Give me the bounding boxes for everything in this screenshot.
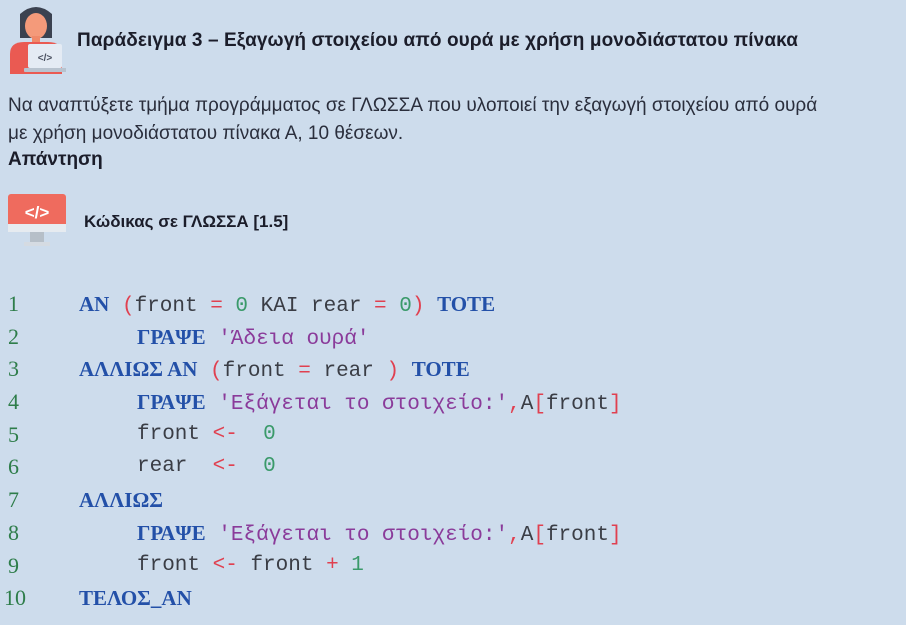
identifier [399,360,412,383]
operator: , [508,523,521,547]
code-monitor-icon: </> [8,194,66,246]
line-number: 9 [8,552,19,578]
string-literal: 'Εξάγεται το στοιχείο:' [218,523,509,547]
number-literal: 0 [399,295,412,318]
identifier: A [520,523,534,547]
identifier: front [137,422,213,446]
line-number: 10 [4,585,26,611]
operator: = [298,360,311,384]
keyword: ΤΟΤΕ [411,357,470,382]
identifier [238,455,263,478]
page-title: Παράδειγμα 3 – Εξαγωγή στοιχείου από ουρ… [77,30,798,51]
keyword: ΓΡΑΨΕ [137,390,206,415]
number-literal: 1 [351,553,364,577]
operator: = [374,295,387,318]
code-text: front <- front + 1 [137,550,364,583]
description-line-2: με χρήση μονοδιάστατου πίνακα Α, 10 θέσε… [8,123,404,144]
svg-text:</>: </> [38,53,53,64]
identifier [424,295,437,318]
identifier [223,295,236,318]
code-text: front <- 0 [137,419,276,452]
operator: <- [212,455,238,479]
exercise-description: Να αναπτύξετε τμήμα προγράμματος σε ΓΛΩΣ… [8,92,906,148]
bracket: ( [121,295,135,318]
identifier [238,423,263,446]
identifier: front [134,295,211,318]
operator: <- [212,422,238,446]
line-number: 1 [8,291,19,316]
identifier: A [520,393,534,417]
bracket: [ [533,523,546,547]
identifier [387,295,400,318]
operator: , [508,393,521,417]
line-number: 4 [8,389,19,415]
line-number: 7 [8,487,19,513]
keyword: ΑΛΛΙΩΣ ΑΝ [79,357,198,382]
bracket: ) [411,295,425,318]
identifier [206,393,219,416]
operator: <- [212,553,238,577]
line-number: 2 [8,323,19,349]
answer-label: Απάντηση [8,149,103,170]
student-laptop-icon: </> [10,7,66,74]
identifier [197,360,210,383]
example-header: </> Παράδειγμα 3 – Εξαγωγή στοιχείου από… [0,0,906,85]
bracket: ] [608,523,622,547]
code-text: ΓΡΑΨΕ 'Άδεια ουρά' [137,321,370,357]
identifier [206,524,219,547]
identifier: front [545,523,609,547]
bracket: [ [533,393,546,417]
string-literal: 'Εξάγεται το στοιχείο:' [218,393,509,417]
keyword: ΤΕΛΟΣ_ΑΝ [79,586,192,611]
code-text: ΑΛΛΙΩΣ [79,484,163,520]
description-line-1: Να αναπτύξετε τμήμα προγράμματος σε ΓΛΩΣ… [8,95,818,116]
identifier: front [545,393,609,417]
code-text: ΑΛΛΙΩΣ ΑΝ (front = rear ) ΤΟΤΕ [79,353,470,389]
number-literal: 0 [263,455,276,479]
line-number: 3 [8,356,19,382]
number-literal: 0 [235,295,249,318]
identifier: front [222,360,299,384]
identifier [339,554,352,577]
operator: + [326,553,339,577]
keyword: ΑΝ [79,292,110,316]
code-section-title: Κώδικας σε ΓΛΩΣΣΑ [1.5] [84,212,289,231]
code-text: rear <- 0 [137,451,276,484]
operator: = [210,295,223,318]
line-number: 6 [8,454,19,480]
keyword: ΑΛΛΙΩΣ [79,488,163,513]
line-number: 8 [8,519,19,545]
line-number: 5 [8,421,19,447]
identifier: rear [310,360,387,384]
keyword: ΓΡΑΨΕ [137,520,206,545]
code-text: ΓΡΑΨΕ 'Εξάγεται το στοιχείο:',A[front] [137,386,622,422]
keyword: ΓΡΑΨΕ [137,324,206,349]
identifier [206,328,219,351]
keyword: ΤΟΤΕ [437,292,496,316]
identifier: ΚΑΙ rear [248,295,375,318]
code-text: ΓΡΑΨΕ 'Εξάγεται το στοιχείο:',A[front] [137,517,622,553]
bracket: ] [608,393,622,417]
identifier [109,295,122,318]
number-literal: 0 [263,422,276,446]
svg-text:</>: </> [25,203,50,222]
bracket: ) [386,360,400,384]
code-text: ΑΝ (front = 0 ΚΑΙ rear = 0) ΤΟΤΕ [79,288,495,324]
code-text: ΤΕΛΟΣ_ΑΝ [79,582,192,618]
bracket: ( [210,360,223,384]
identifier: front [237,553,327,577]
identifier: rear [137,455,213,479]
identifier: front [137,553,213,577]
string-literal: 'Άδεια ουρά' [218,327,370,351]
